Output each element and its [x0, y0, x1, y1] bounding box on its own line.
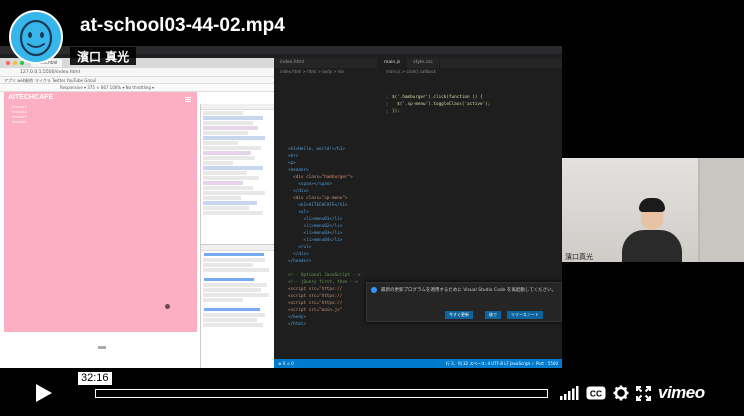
author-box[interactable]: 濱口 真光 — [70, 47, 137, 65]
preview-menu-item: menu02 — [12, 110, 27, 114]
close-dot-icon — [6, 61, 10, 65]
code-line: <script src="https:// — [288, 287, 343, 292]
touch-cursor-icon — [165, 304, 170, 309]
editor-breadcrumb: index.html > html > body > div main.js >… — [274, 68, 562, 75]
editor-tab: index.html — [274, 58, 378, 68]
minimize-dot-icon — [13, 61, 17, 65]
video-player[interactable]: index.html 127.0.0.1:5500/index.html アプリ… — [0, 0, 744, 416]
code-line: </body> — [288, 315, 307, 320]
code-line: <script src="https:// — [288, 294, 343, 299]
captions-button[interactable]: CC — [586, 386, 606, 400]
preview-menu-item: menu01 — [12, 105, 27, 109]
line-number: 2 — [385, 102, 388, 107]
code-line: <script src="main.js" — [288, 308, 343, 313]
code-line: </ul> — [288, 245, 312, 250]
webcam-feed: 濱口真光 — [562, 158, 744, 262]
browser-bookmarks: アプリ web制作 マイクラ Twitter YouTube Gmail — [0, 77, 274, 84]
gear-icon — [613, 385, 629, 401]
editor-tab: style.css — [407, 58, 440, 68]
resize-handle — [98, 346, 106, 349]
devtools-tabs — [201, 104, 274, 110]
breadcrumb-right: main.js > click() callback — [386, 69, 437, 74]
author-name[interactable]: 濱口 真光 — [77, 48, 129, 65]
video-title[interactable]: at-school03-44-02.mp4 — [80, 15, 285, 37]
editor-tab-active: main.js — [378, 58, 408, 68]
code-line: <span></span> — [288, 182, 332, 187]
devtools-panel — [200, 104, 274, 368]
code-line: <div class="hamburger"> — [288, 175, 353, 180]
status-bar: ⊗ 0 ⚠ 0 行 3、列 32 スペース: 4 UTF-8 LF JavaSc… — [274, 359, 562, 368]
code-line: </header> — [288, 259, 312, 264]
webcam-name-label: 濱口真光 — [565, 253, 593, 261]
code-line: </div> — [288, 252, 309, 257]
code-line: </div> — [288, 189, 309, 194]
code-line: <p> — [288, 161, 296, 166]
device-toolbar: Responsive ▾ 375 × 667 100% ▾ No throttl… — [0, 84, 274, 92]
time-tooltip: 32:16 — [78, 372, 112, 385]
hamburger-icon — [185, 97, 191, 98]
preview-menu-item: menu03 — [12, 115, 27, 119]
cc-icon: CC — [586, 386, 606, 400]
progress-bar[interactable] — [95, 389, 548, 398]
volume-icon — [560, 386, 579, 400]
preview-site-title: AITECHCAFE — [8, 94, 54, 101]
code-line: <h1>AITECHCAFE</h1> — [288, 203, 348, 208]
devtools-console-drawer — [201, 244, 274, 368]
presenter-hair — [639, 198, 665, 212]
code-line: </html> — [288, 322, 307, 327]
line-number: 1 — [385, 95, 388, 100]
code-line: <script src="https:// — [288, 301, 343, 306]
author-avatar[interactable] — [9, 10, 63, 64]
fullscreen-button[interactable] — [636, 385, 651, 401]
video-title-box[interactable]: at-school03-44-02.mp4 — [70, 10, 295, 42]
code-line: <!-- Optional JavaScript --> — [288, 273, 361, 278]
update-notification: 最新の更新プログラムを適用するために Visual Studio Code を再… — [366, 282, 562, 322]
screen-recording: index.html 127.0.0.1:5500/index.html アプリ… — [0, 46, 562, 368]
code-line: $('.hamburger').click(function () { — [392, 95, 483, 100]
hamburger-icon-line — [185, 99, 191, 100]
control-buttons: CC vimeo — [553, 380, 744, 406]
line-number: 3 — [385, 109, 388, 114]
code-line: }); — [392, 109, 400, 114]
hamburger-icon-line — [185, 101, 191, 102]
code-line: <li>menu04</li> — [288, 238, 343, 243]
breadcrumb-left: index.html > html > body > div — [280, 69, 345, 74]
editor-tabs: index.html main.js style.css — [274, 58, 562, 68]
browser-address-bar: 127.0.0.1:5500/index.html — [0, 68, 274, 77]
volume-button[interactable] — [559, 386, 579, 400]
code-line: <li>menu01</li> — [288, 217, 343, 222]
release-notes-button: リリースノート — [507, 311, 543, 319]
door — [698, 158, 744, 262]
mobile-preview: AITECHCAFE menu01 menu02 menu03 menu04 — [4, 92, 197, 332]
play-button[interactable] — [12, 374, 76, 412]
code-line: <!-- jQuery first, then --> — [288, 280, 358, 285]
status-problems: ⊗ 0 ⚠ 0 — [278, 361, 294, 366]
vscode-window: index.html main.js style.css index.html … — [274, 58, 562, 368]
code-line: <h1>Hello, world!</h1> — [288, 147, 345, 152]
code-line: <ul> — [288, 210, 309, 215]
vimeo-logo[interactable]: vimeo — [658, 383, 705, 403]
code-line: <li>menu02</li> — [288, 224, 343, 229]
code-line: <hr> — [288, 154, 299, 159]
maximize-dot-icon — [20, 61, 24, 65]
code-line: <li>menu03</li> — [288, 231, 343, 236]
svg-text:CC: CC — [590, 388, 602, 398]
presenter-body — [622, 230, 682, 262]
preview-menu-item: menu04 — [12, 120, 27, 124]
player-controls: 32:16 CC vimeo — [0, 368, 744, 416]
notification-text: 最新の更新プログラムを適用するために Visual Studio Code を再… — [381, 288, 557, 293]
settings-button[interactable] — [613, 385, 629, 401]
update-now-button: 今すぐ更新 — [445, 311, 473, 319]
browser-window: index.html 127.0.0.1:5500/index.html アプリ… — [0, 58, 274, 368]
code-line: <header> — [288, 168, 309, 173]
smiley-avatar-icon — [19, 19, 53, 57]
later-button: 後で — [485, 311, 501, 319]
status-info: 行 3、列 32 スペース: 4 UTF-8 LF JavaScript ✓ P… — [445, 361, 558, 366]
code-line: $('.sp-menu').toggleClass('active'); — [392, 102, 491, 107]
info-icon — [371, 287, 377, 293]
code-line: <div class="sp-menu"> — [288, 196, 348, 201]
play-icon — [36, 384, 52, 402]
fullscreen-icon — [636, 385, 651, 401]
